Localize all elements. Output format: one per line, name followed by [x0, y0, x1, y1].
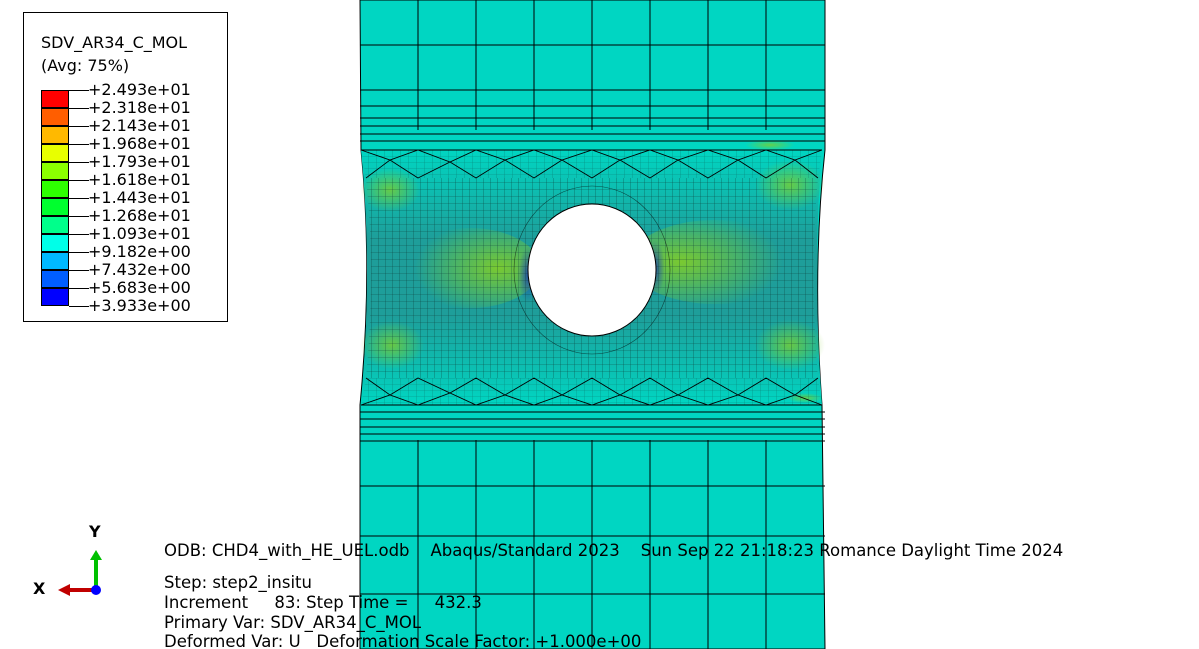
legend-value: +2.143e+01 [88, 116, 191, 135]
legend-swatch [41, 90, 69, 108]
legend-swatch [41, 234, 69, 252]
legend-swatch [41, 180, 69, 198]
legend-tick [69, 288, 89, 289]
legend-value: +1.618e+01 [88, 170, 191, 189]
legend-value: +1.793e+01 [88, 152, 191, 171]
legend-value: +5.683e+00 [88, 278, 191, 297]
legend-value: +7.432e+00 [88, 260, 191, 279]
legend-tick [69, 270, 89, 271]
legend-value: +2.318e+01 [88, 98, 191, 117]
legend-value: +2.493e+01 [88, 80, 191, 99]
legend-tick [69, 234, 89, 235]
legend-value: +3.933e+00 [88, 296, 191, 315]
legend-tick [69, 198, 89, 199]
legend-tick [69, 144, 89, 145]
legend-swatch [41, 144, 69, 162]
legend-swatch [41, 252, 69, 270]
legend-tick [69, 180, 89, 181]
legend-swatch [41, 270, 69, 288]
legend-averaging: (Avg: 75%) [41, 56, 130, 75]
legend-value: +9.182e+00 [88, 242, 191, 261]
legend-tick [69, 252, 89, 253]
odb-info: ODB: CHD4_with_HE_UEL.odb Abaqus/Standar… [164, 541, 1064, 560]
x-axis-label: X [33, 579, 46, 598]
legend-swatch [41, 108, 69, 126]
medium-mesh-bottom [361, 378, 822, 405]
primary-var-info: Primary Var: SDV_AR34_C_MOL [164, 613, 422, 632]
legend-variable: SDV_AR34_C_MOL [41, 33, 188, 52]
step-info: Step: step2_insitu [164, 573, 312, 592]
legend-swatch [41, 198, 69, 216]
legend-swatch [41, 126, 69, 144]
legend-swatch [41, 216, 69, 234]
legend[interactable]: SDV_AR34_C_MOL (Avg: 75%) +2.493e+01 +2.3… [23, 12, 228, 322]
legend-tick [69, 162, 89, 163]
y-axis-label: Y [89, 522, 101, 541]
legend-value: +1.093e+01 [88, 224, 191, 243]
axis-triad[interactable]: Y X [28, 520, 108, 600]
legend-value: +1.443e+01 [88, 188, 191, 207]
legend-tick [69, 108, 89, 109]
legend-tick [69, 216, 89, 217]
legend-value: +1.968e+01 [88, 134, 191, 153]
viewport[interactable]: SDV_AR34_C_MOL (Avg: 75%) +2.493e+01 +2.3… [0, 0, 1199, 649]
legend-tick [69, 306, 89, 307]
legend-swatch [41, 162, 69, 180]
legend-value: +1.268e+01 [88, 206, 191, 225]
legend-tick [69, 90, 89, 91]
hole [527, 203, 657, 337]
deformed-var-info: Deformed Var: U Deformation Scale Factor… [164, 632, 642, 649]
legend-swatch [41, 288, 69, 306]
legend-tick [69, 126, 89, 127]
increment-info: Increment 83: Step Time = 432.3 [164, 593, 482, 612]
